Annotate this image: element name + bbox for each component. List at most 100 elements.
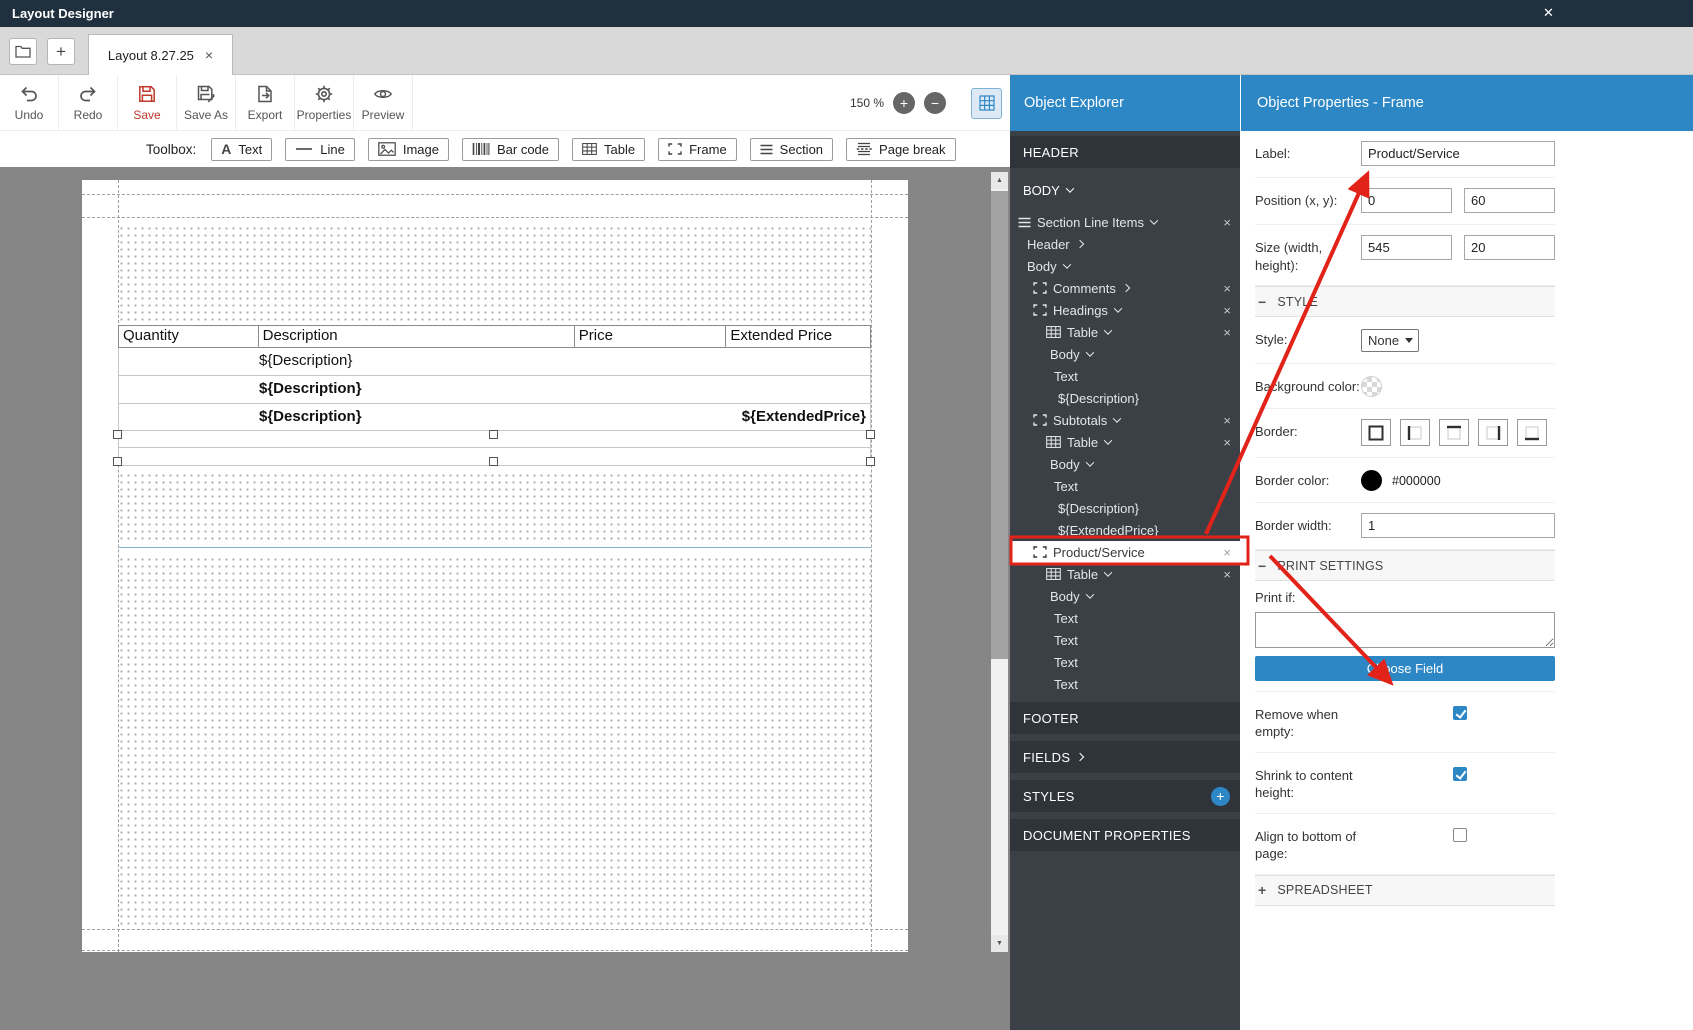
save-button[interactable]: Save — [118, 75, 177, 130]
tree-item-description[interactable]: ${Description} — [1010, 387, 1240, 409]
zoom-out-button[interactable]: − — [924, 92, 946, 114]
tree-item-text[interactable]: Text — [1010, 629, 1240, 651]
new-tab-button[interactable]: + — [47, 38, 75, 65]
toolbox-bar-code-tool[interactable]: Bar code — [461, 137, 560, 161]
tree-item-table[interactable]: Table × — [1010, 563, 1240, 585]
toolbox-page-break-tool[interactable]: Page break — [846, 137, 956, 161]
position-y-input[interactable] — [1464, 188, 1555, 213]
print-if-textarea[interactable] — [1255, 611, 1555, 648]
close-icon[interactable]: × — [1223, 435, 1231, 450]
section-fields[interactable]: FIELDS — [1010, 741, 1240, 773]
section-document-properties[interactable]: DOCUMENT PROPERTIES — [1010, 819, 1240, 851]
tree-item-body[interactable]: Body — [1010, 585, 1240, 607]
size-height-input[interactable] — [1464, 235, 1555, 260]
tree-item-text[interactable]: Text — [1010, 673, 1240, 695]
save-as-button[interactable]: Save As — [177, 75, 236, 130]
border-bottom-button[interactable] — [1517, 419, 1547, 447]
scroll-up-button[interactable]: ▲ — [991, 172, 1008, 189]
toolbox-frame-tool[interactable]: Frame — [658, 137, 737, 161]
grid-toggle-button[interactable] — [971, 87, 1002, 119]
align-to-bottom-checkbox[interactable] — [1453, 827, 1467, 842]
scroll-down-button[interactable]: ▼ — [991, 935, 1008, 952]
border-all-button[interactable] — [1361, 419, 1391, 447]
page[interactable]: Quantity Description Price Extended Price $… — [82, 180, 908, 952]
tab-close-icon[interactable]: × — [205, 47, 213, 63]
tree-item-subtotals[interactable]: Subtotals × — [1010, 409, 1240, 431]
properties-button[interactable]: Properties — [295, 75, 354, 130]
close-icon[interactable]: × — [1223, 413, 1231, 428]
tab-layout[interactable]: Layout 8.27.25 × — [88, 34, 233, 75]
open-file-button[interactable] — [9, 38, 37, 65]
zoom-in-button[interactable]: + — [893, 92, 915, 114]
scrollbar-thumb[interactable] — [991, 191, 1008, 659]
tree-item-text[interactable]: Text — [1010, 475, 1240, 497]
close-icon[interactable]: × — [1223, 545, 1231, 560]
selection-handle[interactable] — [866, 430, 875, 439]
toolbox-line-tool[interactable]: Line — [285, 137, 355, 161]
canvas-table-row[interactable]: ${Description} — [118, 348, 871, 376]
tree-item-table[interactable]: Table × — [1010, 431, 1240, 453]
remove-when-empty-checkbox[interactable] — [1453, 705, 1467, 720]
selection-handle[interactable] — [113, 430, 122, 439]
spreadsheet-section-header[interactable]: + SPREADSHEET — [1255, 874, 1555, 906]
tree-item-product-service[interactable]: Product/Service × — [1010, 541, 1240, 563]
toolbox-section-tool[interactable]: Section — [749, 137, 834, 161]
close-icon[interactable]: × — [1223, 567, 1231, 582]
canvas-table-header-row[interactable]: Quantity Description Price Extended Price — [118, 325, 871, 348]
choose-field-button[interactable]: Choose Field — [1255, 655, 1555, 681]
add-style-button[interactable]: + — [1211, 786, 1230, 806]
description-field[interactable]: ${Description} — [119, 352, 352, 369]
border-top-button[interactable] — [1439, 419, 1469, 447]
selection-handle[interactable] — [866, 457, 875, 466]
section-separator-line[interactable] — [118, 547, 871, 548]
preview-button[interactable]: Preview — [354, 75, 413, 130]
tree-item-text[interactable]: Text — [1010, 607, 1240, 629]
close-icon[interactable]: × — [1223, 325, 1231, 340]
canvas-column-header-price[interactable]: Price — [575, 326, 727, 347]
description-field[interactable]: ${Description} — [119, 380, 362, 397]
tree-item-headings[interactable]: Headings × — [1010, 299, 1240, 321]
extended-price-field[interactable]: ${ExtendedPrice} — [742, 404, 866, 430]
canvas-column-header-extended-price[interactable]: Extended Price — [726, 326, 870, 347]
close-icon[interactable]: × — [1223, 215, 1231, 230]
export-button[interactable]: Export — [236, 75, 295, 130]
section-footer[interactable]: FOOTER — [1010, 702, 1240, 734]
tree-item-description[interactable]: ${Description} — [1010, 497, 1240, 519]
toolbox-text-tool[interactable]: A Text — [211, 137, 273, 161]
tree-item-header[interactable]: Header — [1010, 233, 1240, 255]
border-width-input[interactable] — [1361, 513, 1555, 539]
size-width-input[interactable] — [1361, 235, 1452, 260]
section-header[interactable]: HEADER — [1010, 136, 1240, 168]
canvas-column-header-description[interactable]: Description — [259, 326, 575, 347]
window-close-icon[interactable]: ✕ — [1543, 5, 1554, 21]
border-left-button[interactable] — [1400, 419, 1430, 447]
tree-item-body[interactable]: Body — [1010, 343, 1240, 365]
description-field[interactable]: ${Description} — [119, 408, 362, 425]
toolbox-table-tool[interactable]: Table — [572, 137, 646, 161]
selection-handle[interactable] — [489, 457, 498, 466]
print-settings-section-header[interactable]: − PRINT SETTINGS — [1255, 550, 1555, 582]
close-icon[interactable]: × — [1223, 281, 1231, 296]
tree-item-body[interactable]: Body — [1010, 453, 1240, 475]
border-right-button[interactable] — [1478, 419, 1508, 447]
border-color-swatch[interactable] — [1361, 470, 1382, 492]
shrink-to-content-checkbox[interactable] — [1453, 766, 1467, 781]
section-body[interactable]: BODY — [1010, 178, 1240, 202]
selection-handle[interactable] — [489, 430, 498, 439]
tree-item-section-line-items[interactable]: Section Line Items × — [1010, 211, 1240, 233]
style-select[interactable]: None — [1361, 329, 1419, 353]
close-icon[interactable]: × — [1223, 303, 1231, 318]
tree-item-body[interactable]: Body — [1010, 255, 1240, 277]
tree-item-text[interactable]: Text — [1010, 651, 1240, 673]
tree-item-comments[interactable]: Comments × — [1010, 277, 1240, 299]
selection-handle[interactable] — [113, 457, 122, 466]
background-color-swatch[interactable] — [1361, 376, 1382, 398]
tree-item-table[interactable]: Table × — [1010, 321, 1240, 343]
section-styles[interactable]: STYLES + — [1010, 780, 1240, 812]
position-x-input[interactable] — [1361, 188, 1452, 213]
toolbox-image-tool[interactable]: Image — [367, 137, 449, 161]
style-section-header[interactable]: − STYLE — [1255, 286, 1555, 318]
canvas-table-row[interactable]: ${Description} ${ExtendedPrice} — [118, 404, 871, 431]
canvas-table-row[interactable]: ${Description} — [118, 376, 871, 404]
canvas-column-header-quantity[interactable]: Quantity — [119, 326, 259, 347]
